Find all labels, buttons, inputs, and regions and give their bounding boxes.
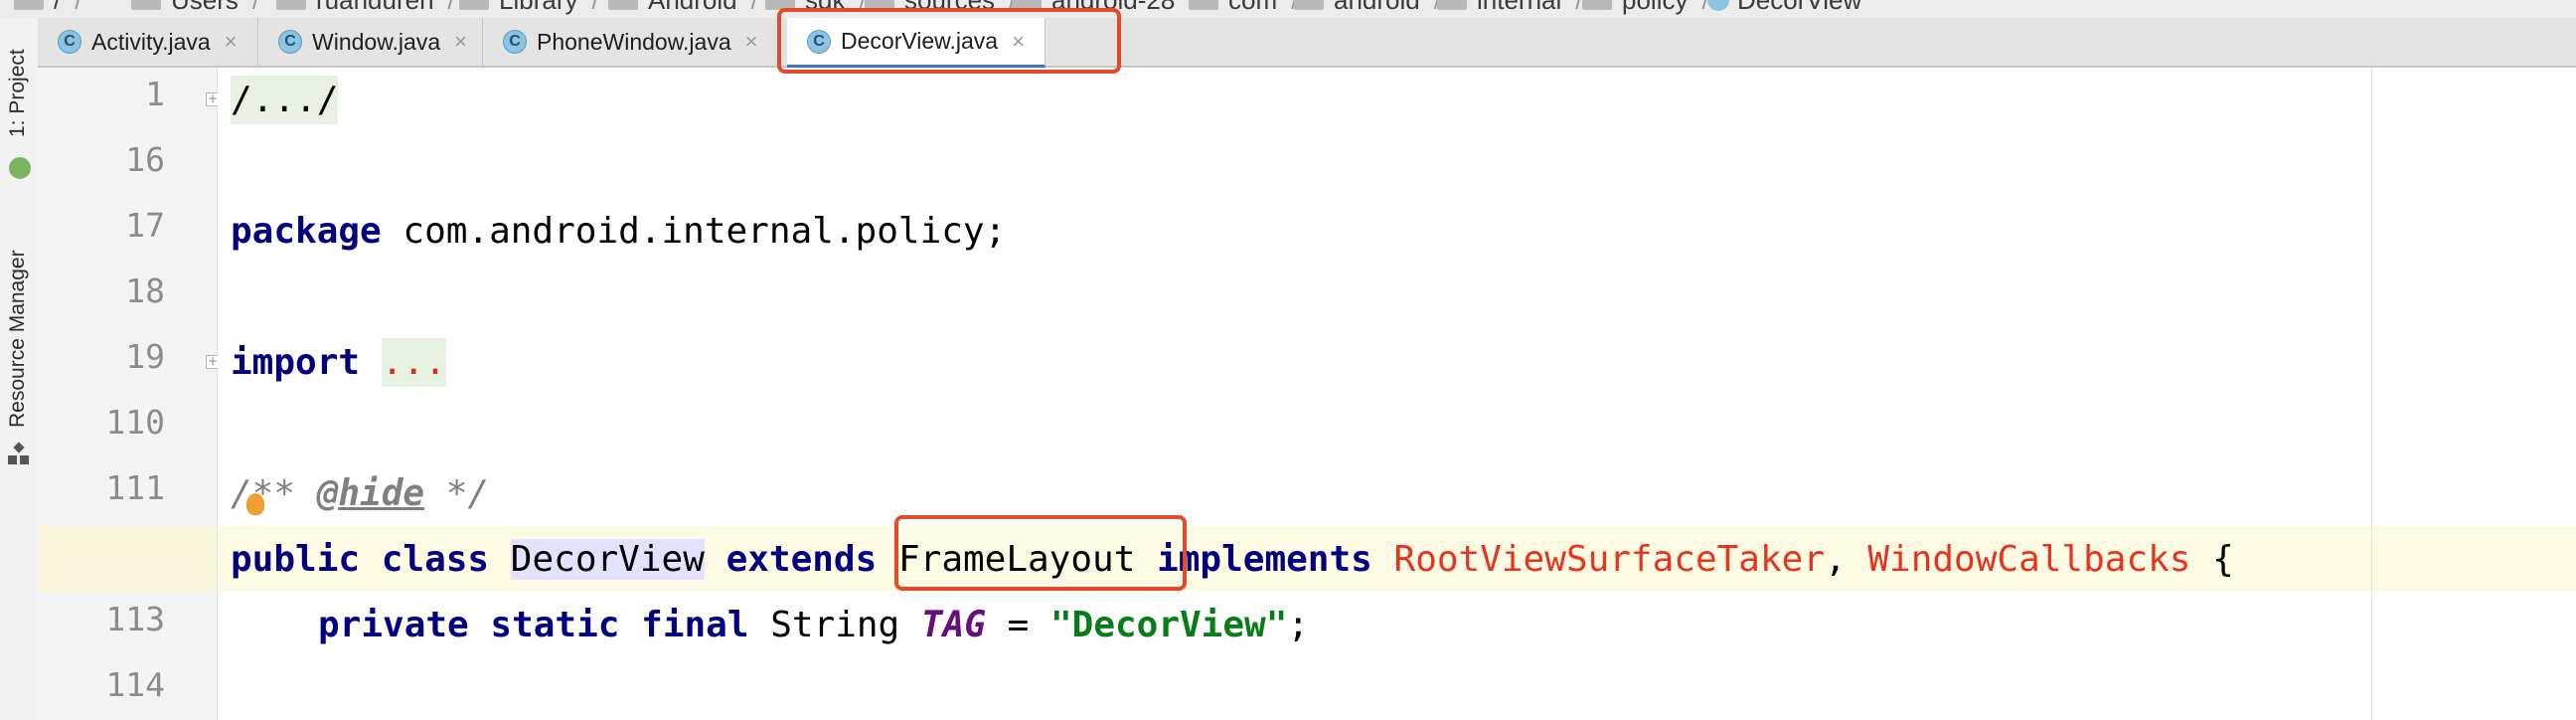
tab-phonewindow-java[interactable]: C PhoneWindow.java × [483,18,781,66]
tab-activity-java[interactable]: C Activity.java × [38,18,258,66]
class-name: DecorView [510,539,705,580]
line-number: 110 [105,403,165,442]
breadcrumb: // Users/ ruanduren/ Library/ Android/ s… [0,0,2576,19]
class-icon [1707,0,1729,11]
folder-icon [608,0,638,10]
folder-icon [276,0,306,10]
java-class-icon: C [278,30,302,54]
folder-icon [765,0,795,10]
folder-icon [14,0,44,10]
line-number: 114 [105,665,165,704]
breadcrumb-item[interactable]: android-28/ [1012,0,1197,15]
tool-window-strip: 1: Project Resource Manager [0,18,39,720]
folded-imports[interactable]: ... [381,338,446,387]
line-number: 19 [125,337,165,376]
breadcrumb-item[interactable]: Library/ [459,0,599,15]
breadcrumb-item[interactable]: Android/ [608,0,758,15]
breadcrumb-item[interactable]: ruanduren/ [276,0,455,15]
code-line-111[interactable]: /** @hide */ [231,469,489,519]
line-number: 17 [125,206,165,245]
resource-manager-tool-button[interactable]: Resource Manager [6,250,30,428]
breadcrumb-item[interactable]: android/ [1294,0,1441,15]
close-icon[interactable]: × [745,29,758,55]
close-icon[interactable]: × [454,29,467,55]
lightbulb-icon[interactable] [246,493,264,515]
unresolved-interface: WindowCallbacks [1867,539,2191,580]
folder-icon [459,0,489,10]
resource-manager-icon [8,442,30,465]
breadcrumb-separator: / [75,0,81,16]
folder-icon [1582,0,1612,10]
line-number: 18 [125,271,165,310]
tab-decorview-java[interactable]: C DecorView.java × [787,18,1046,68]
line-number: 111 [105,468,165,507]
breadcrumb-item[interactable]: com/ [1189,0,1298,15]
code-line-19[interactable]: import ... [231,338,446,388]
folder-icon [131,0,161,10]
current-line-gutter-highlight [38,526,217,592]
tab-label: PhoneWindow.java [537,28,731,55]
tab-label: Window.java [312,28,441,55]
javadoc-tag: @hide [316,473,425,514]
folder-icon [1189,0,1218,10]
tab-window-java[interactable]: C Window.java × [258,18,483,66]
superclass-name: FrameLayout [897,539,1136,580]
java-class-icon: C [58,30,81,54]
close-icon[interactable]: × [225,29,238,55]
line-number-gutter[interactable]: 1 16 17 18 19 110 111 112 113 114 + + [38,68,220,720]
code-line-1[interactable]: /.../ [231,76,339,125]
editor-tab-bar: C Activity.java × C Window.java × C Phon… [38,18,2576,68]
java-class-icon: C [503,30,527,54]
project-tool-button[interactable]: 1: Project [6,49,30,137]
breadcrumb-item[interactable]: // [14,0,81,16]
breadcrumb-item[interactable]: policy/ [1582,0,1709,15]
breadcrumb-item[interactable]: DecorView [1707,0,1861,15]
tab-label: DecorView.java [841,28,999,54]
breadcrumb-item[interactable]: Users/ [131,0,259,15]
code-line-17[interactable]: package com.android.internal.policy; [231,207,1006,257]
line-number: 16 [125,140,165,179]
android-icon [9,157,31,179]
breadcrumb-item[interactable]: sources/ [865,0,1016,15]
breadcrumb-item[interactable]: sdk/ [765,0,867,15]
folder-icon [1437,0,1467,10]
close-icon[interactable]: × [1012,29,1025,55]
right-margin-guide [2371,68,2372,720]
code-line-113[interactable]: private static final String TAG = "Decor… [318,601,1309,650]
folder-icon [1294,0,1324,10]
java-class-icon: C [807,29,831,54]
line-number: 1 [145,75,165,113]
code-line-112[interactable]: public class DecorView extends FrameLayo… [231,535,2234,585]
folded-region[interactable]: /.../ [231,76,339,124]
folder-icon [865,0,894,10]
folder-icon [1012,0,1042,10]
breadcrumb-item[interactable]: internal/ [1437,0,1583,15]
line-number: 113 [105,600,165,638]
unresolved-interface: RootViewSurfaceTaker [1393,539,1825,580]
tab-label: Activity.java [91,28,211,55]
